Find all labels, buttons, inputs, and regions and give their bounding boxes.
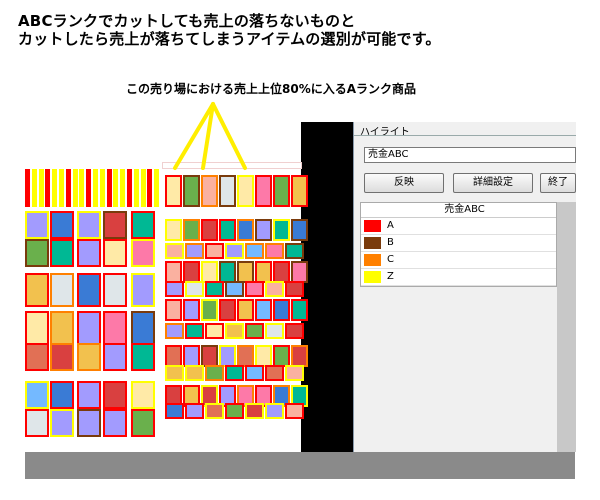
legend-row-c: C <box>361 252 556 269</box>
swatch-c <box>364 254 381 266</box>
legend-label: C <box>387 254 394 265</box>
swatch-a <box>364 220 381 232</box>
panel-scroll-area[interactable] <box>557 202 576 452</box>
divider <box>354 135 576 136</box>
apply-button[interactable]: 反映 <box>364 173 444 193</box>
legend-table: 売金ABC A B C Z <box>360 202 557 287</box>
swatch-z <box>364 271 381 283</box>
legend-label: Z <box>387 271 394 282</box>
highlight-panel: ハイライト 売金ABC 反映 詳細設定 終了 売金ABC A B C Z <box>353 122 576 452</box>
swatch-b <box>364 237 381 249</box>
detail-settings-button[interactable]: 詳細設定 <box>453 173 533 193</box>
legend-header: 売金ABC <box>361 203 556 218</box>
legend-row-b: B <box>361 235 556 252</box>
legend-row-z: Z <box>361 269 556 286</box>
legend-row-a: A <box>361 218 556 235</box>
close-button[interactable]: 終了 <box>540 173 576 193</box>
highlight-type-select[interactable]: 売金ABC <box>364 147 576 163</box>
legend-label: B <box>387 237 394 248</box>
callout-line <box>211 102 247 170</box>
legend-label: A <box>387 220 394 231</box>
